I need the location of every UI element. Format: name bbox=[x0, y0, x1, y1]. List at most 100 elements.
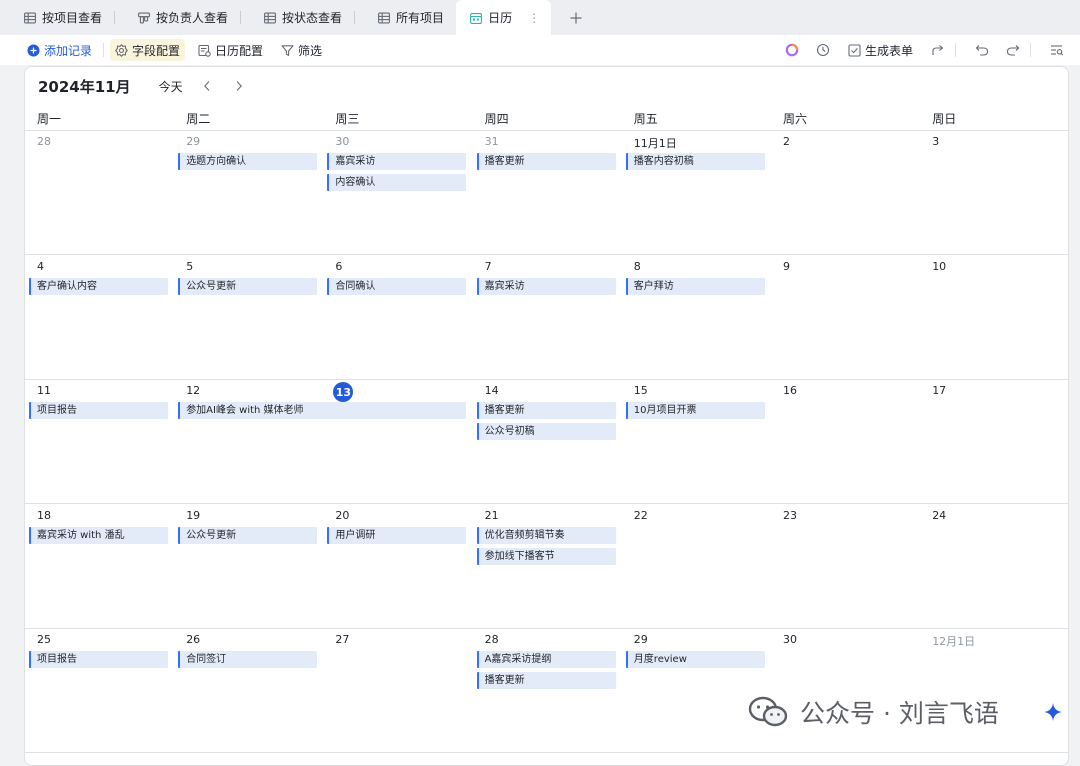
calendar-event[interactable]: 嘉宾采访 bbox=[327, 153, 467, 170]
add-view-button[interactable] bbox=[561, 0, 591, 35]
day-cell[interactable]: 26 合同签订 bbox=[174, 629, 323, 753]
today-button[interactable]: 今天 bbox=[159, 78, 183, 95]
day-cell[interactable]: 16 bbox=[771, 380, 920, 504]
add-record-button[interactable]: 添加记录 bbox=[22, 39, 97, 61]
undo-icon[interactable] bbox=[971, 39, 993, 61]
day-number: 11 bbox=[37, 384, 51, 397]
day-number: 31 bbox=[484, 135, 499, 148]
history-icon[interactable] bbox=[812, 39, 834, 61]
day-cell[interactable]: 17 bbox=[920, 380, 1068, 504]
day-cell[interactable]: 2 bbox=[771, 131, 920, 255]
calendar-event[interactable]: 客户确认内容 bbox=[29, 277, 168, 295]
calendar-event[interactable]: 参加线下播客节 bbox=[476, 547, 616, 565]
calendar-event[interactable]: 10月项目开票 bbox=[625, 402, 765, 419]
day-cell[interactable]: 28 bbox=[25, 131, 174, 255]
calendar-event[interactable]: 内容确认 bbox=[327, 174, 467, 191]
day-cell[interactable]: 11月1日 播客内容初稿 bbox=[622, 131, 771, 255]
day-cell[interactable]: 22 bbox=[622, 505, 771, 629]
search-list-icon[interactable] bbox=[1046, 39, 1068, 61]
week-row: 25 项目报告 26 合同签订 27 28 A嘉宾采访提纲 播客更新 29 月度review 30 1… bbox=[25, 629, 1068, 753]
day-cell[interactable]: 7 嘉宾采访 bbox=[473, 256, 622, 380]
tab-by-project[interactable]: 按项目查看 bbox=[0, 0, 114, 35]
calendar-event[interactable]: 播客更新 bbox=[476, 402, 616, 419]
calendar-event[interactable]: 优化音频剪辑节奏 bbox=[476, 526, 616, 544]
share-icon[interactable] bbox=[927, 39, 949, 61]
day-number: 17 bbox=[932, 384, 947, 397]
day-cell[interactable]: 29 月度review bbox=[622, 629, 771, 753]
week-row: 4 客户确认内容 5 公众号更新 6 合同确认 7 嘉宾采访 8 客户拜访 9 10 bbox=[25, 256, 1068, 380]
calendar-event[interactable]: 客户拜访 bbox=[625, 277, 765, 295]
day-cell[interactable]: 15 10月项目开票 bbox=[622, 380, 771, 504]
calendar-event[interactable]: 嘉宾采访 with 潘乱 bbox=[29, 526, 168, 544]
calendar-event[interactable]: 公众号更新 bbox=[178, 277, 318, 295]
day-cell[interactable]: 13 bbox=[323, 380, 472, 504]
calendar-event[interactable]: 用户调研 bbox=[327, 526, 467, 544]
day-cell[interactable]: 19 公众号更新 bbox=[174, 505, 323, 629]
calendar-event[interactable]: 合同确认 bbox=[327, 277, 467, 295]
more-vertical-icon[interactable]: ⋮ bbox=[528, 11, 540, 25]
calendar-event[interactable]: 项目报告 bbox=[29, 651, 168, 668]
day-cell[interactable]: 10 bbox=[920, 256, 1068, 380]
toolbar-divider bbox=[1030, 43, 1031, 57]
filter-icon bbox=[281, 44, 294, 57]
table-icon bbox=[264, 12, 276, 24]
sparkle-icon bbox=[1043, 702, 1063, 722]
day-number: 16 bbox=[783, 384, 797, 397]
calendar-config-button[interactable]: 日历配置 bbox=[193, 39, 268, 61]
day-cell[interactable]: 30 嘉宾采访 内容确认 bbox=[323, 131, 472, 255]
toolbar-right-group: 生成表单 bbox=[772, 39, 1080, 61]
tab-calendar[interactable]: 日历 ⋮ bbox=[456, 0, 552, 35]
day-number: 14 bbox=[484, 384, 499, 397]
calendar-event[interactable]: 播客更新 bbox=[476, 153, 616, 170]
week-row: 18 嘉宾采访 with 潘乱 19 公众号更新 20 用户调研 21 优化音频剪辑节奏 参加线… bbox=[25, 505, 1068, 629]
filter-button[interactable]: 筛选 bbox=[276, 39, 327, 61]
calendar-event[interactable]: 公众号初稿 bbox=[476, 423, 616, 440]
day-cell[interactable]: 21 优化音频剪辑节奏 参加线下播客节 bbox=[473, 505, 622, 629]
day-cell[interactable]: 9 bbox=[771, 256, 920, 380]
day-cell[interactable]: 12月1日 bbox=[920, 629, 1068, 753]
calendar-event[interactable]: 合同签订 bbox=[178, 651, 318, 668]
day-cell[interactable]: 29 选题方向确认 bbox=[174, 131, 323, 255]
calendar-settings-icon bbox=[198, 44, 211, 57]
tab-all-projects[interactable]: 所有项目 bbox=[354, 0, 456, 35]
tab-by-status[interactable]: 按状态查看 bbox=[240, 0, 354, 35]
calendar-event[interactable]: A嘉宾采访提纲 bbox=[476, 651, 616, 668]
day-cell[interactable]: 14 播客更新公众号初稿 bbox=[473, 380, 622, 504]
day-cell[interactable]: 25 项目报告 bbox=[25, 629, 174, 753]
day-cell[interactable]: 28 A嘉宾采访提纲 播客更新 bbox=[473, 629, 622, 753]
calendar-event[interactable]: 播客更新 bbox=[476, 672, 616, 689]
day-cell[interactable]: 18 嘉宾采访 with 潘乱 bbox=[25, 505, 174, 629]
day-number: 4 bbox=[37, 259, 44, 273]
generate-form-button[interactable]: 生成表单 bbox=[843, 39, 918, 61]
calendar-event[interactable]: 嘉宾采访 bbox=[476, 277, 616, 295]
day-cell[interactable]: 20 用户调研 bbox=[323, 505, 472, 629]
day-cell[interactable]: 24 bbox=[920, 505, 1068, 629]
plus-icon bbox=[570, 12, 582, 23]
calendar-event-multiday[interactable]: 参加AI峰会 with 媒体老师 bbox=[178, 402, 467, 419]
weekday-label: 周四 bbox=[484, 112, 509, 126]
calendar-event[interactable]: 月度review bbox=[625, 651, 765, 668]
day-cell[interactable]: 31 播客更新 bbox=[473, 131, 622, 255]
day-cell[interactable]: 27 bbox=[323, 629, 472, 753]
calendar-event[interactable]: 项目报告 bbox=[29, 402, 168, 419]
field-config-button[interactable]: 字段配置 bbox=[110, 39, 186, 61]
day-cell[interactable]: 8 客户拜访 bbox=[622, 256, 771, 380]
chevron-right-icon[interactable] bbox=[231, 78, 247, 94]
ai-assistant-icon[interactable] bbox=[781, 39, 803, 61]
calendar-event[interactable]: 选题方向确认 bbox=[178, 153, 318, 170]
day-cell[interactable]: 4 客户确认内容 bbox=[25, 256, 174, 380]
day-cell[interactable]: 23 bbox=[771, 505, 920, 629]
chevron-left-icon[interactable] bbox=[199, 78, 215, 94]
tab-by-owner[interactable]: 按负责人查看 bbox=[114, 0, 240, 35]
day-cell[interactable]: 5 公众号更新 bbox=[174, 256, 323, 380]
month-title: 2024年11月 bbox=[38, 77, 131, 96]
day-cell[interactable]: 6 合同确认 bbox=[323, 256, 472, 380]
day-cell[interactable]: 30 bbox=[771, 629, 920, 753]
calendar-event[interactable]: 公众号更新 bbox=[178, 526, 318, 544]
day-cell[interactable]: 11 项目报告 bbox=[25, 380, 174, 504]
day-cell[interactable]: 12 bbox=[174, 380, 323, 504]
day-cell[interactable]: 3 bbox=[920, 131, 1068, 255]
calendar-config-label: 日历配置 bbox=[215, 43, 264, 58]
redo-icon[interactable] bbox=[1002, 39, 1024, 61]
calendar-event[interactable]: 播客内容初稿 bbox=[625, 153, 765, 170]
